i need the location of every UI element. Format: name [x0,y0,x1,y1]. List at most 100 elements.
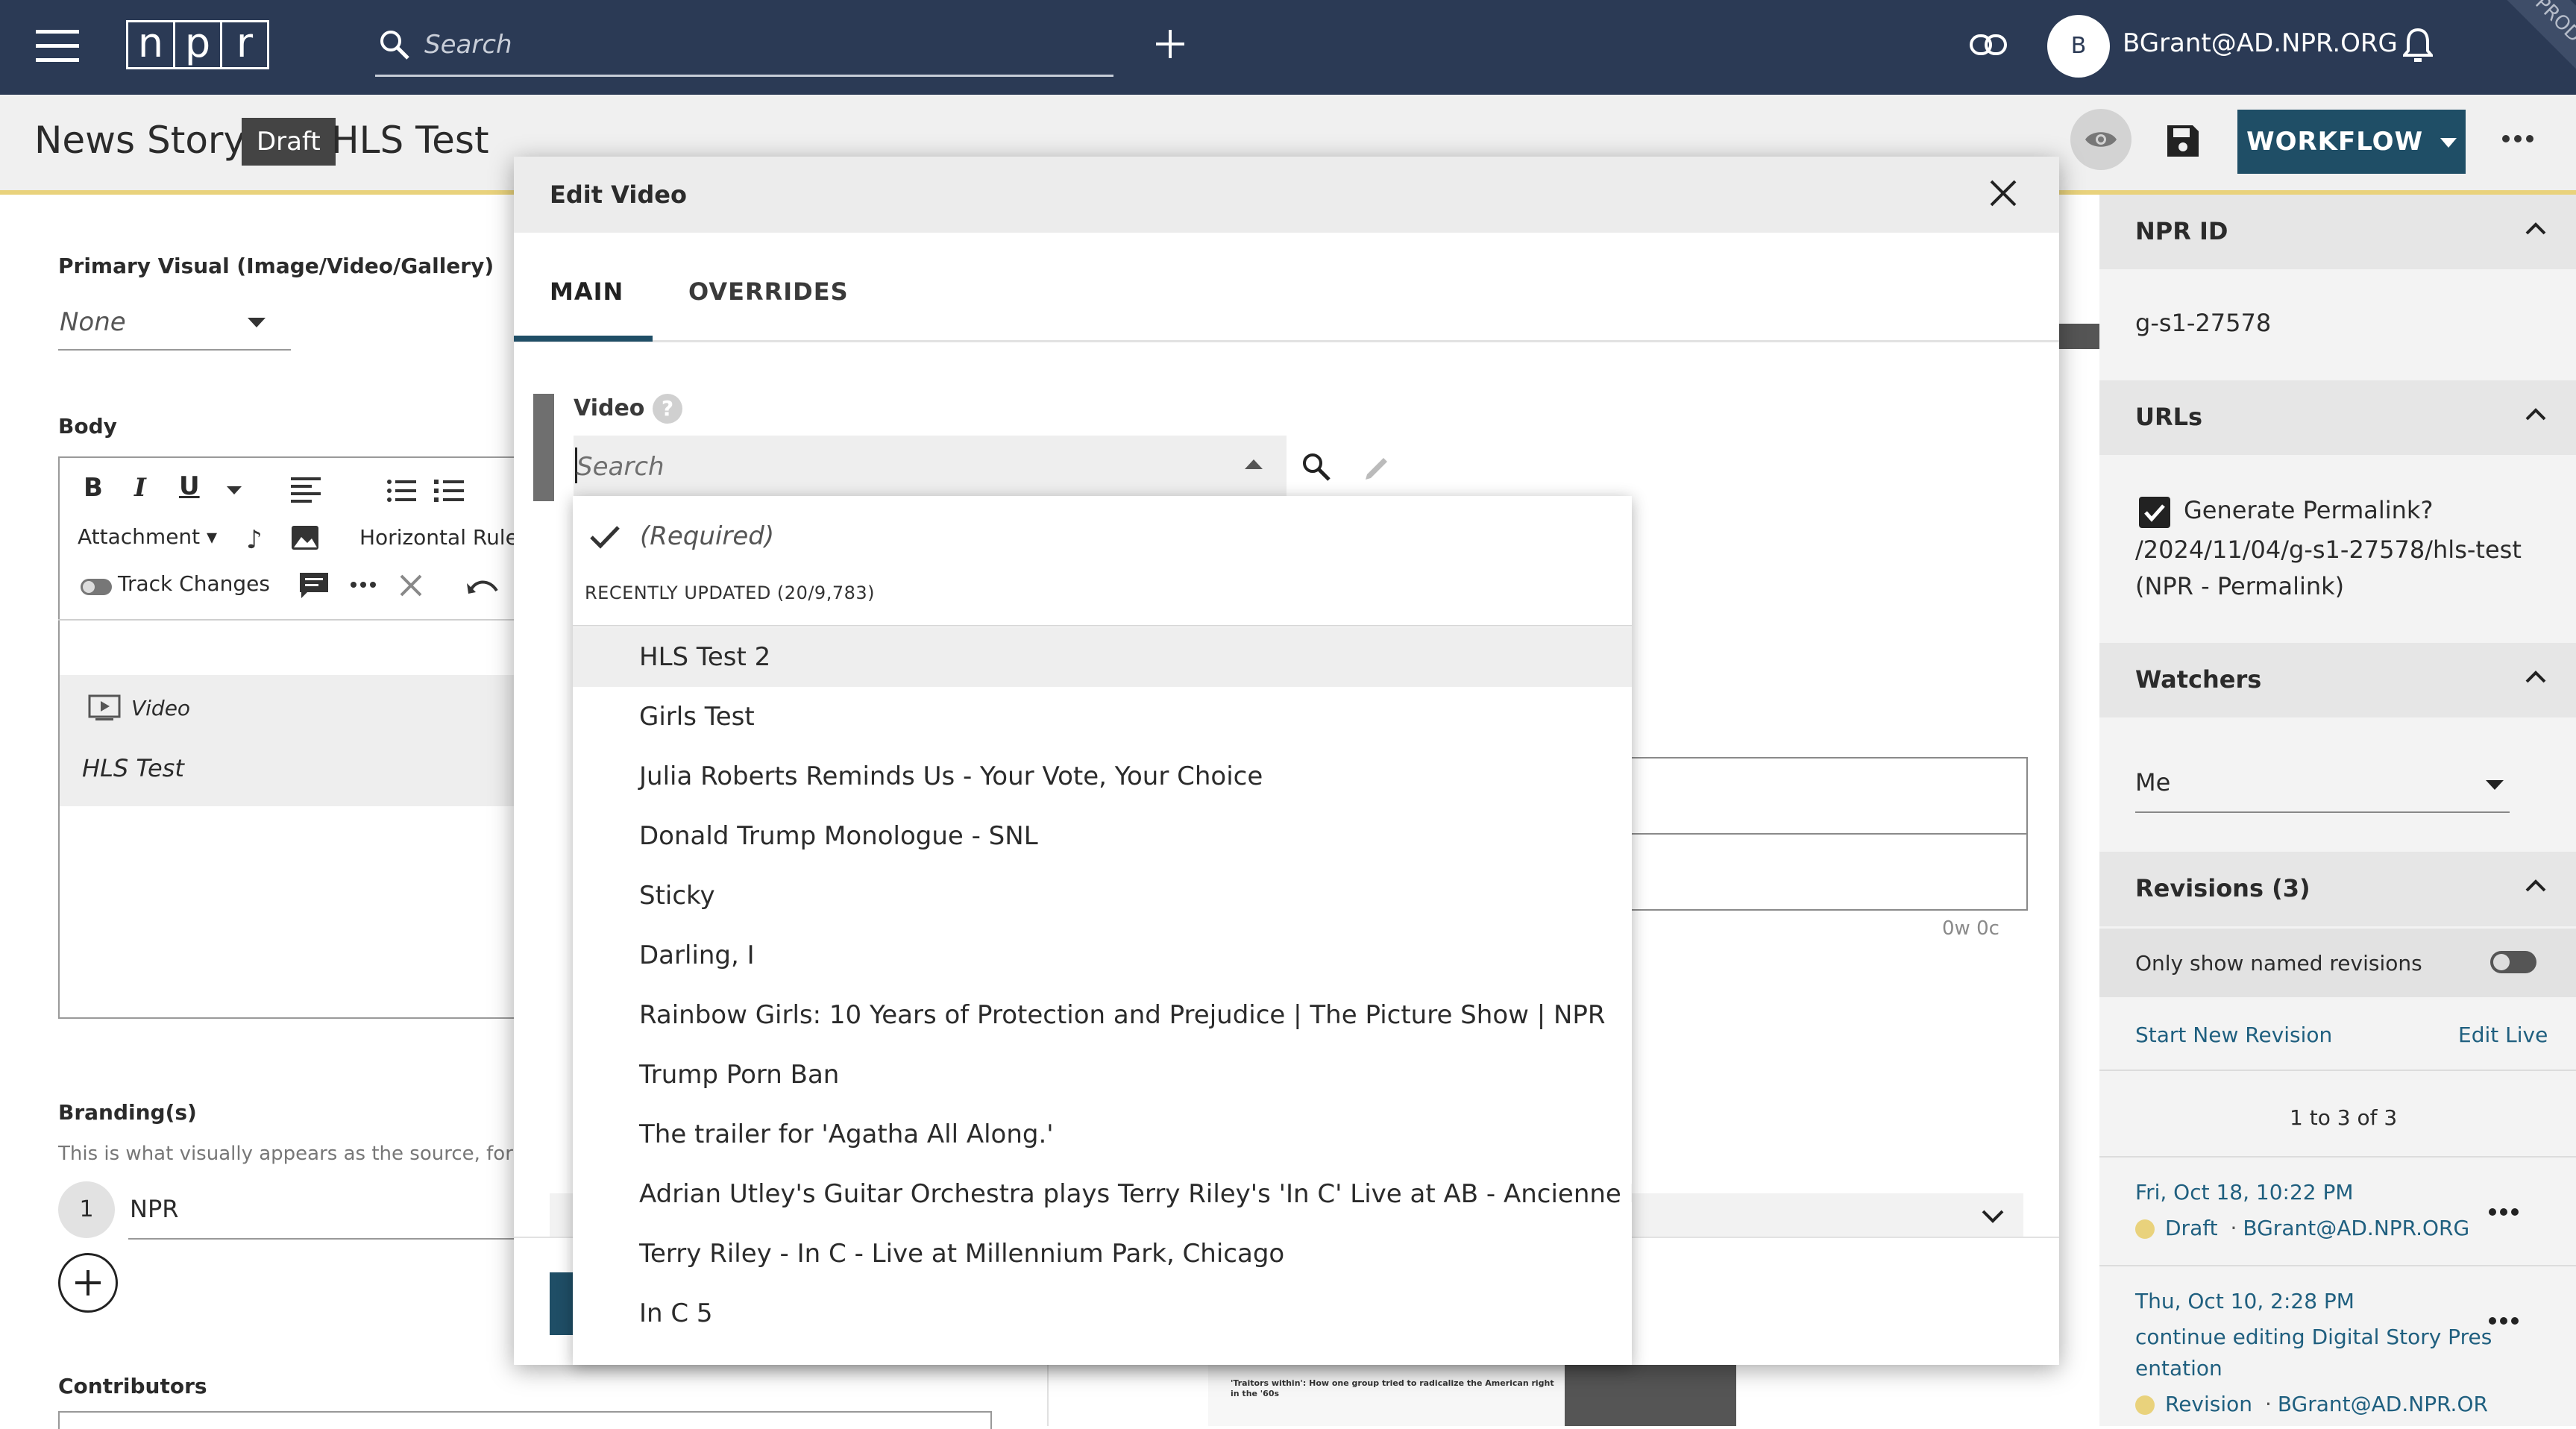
close-icon[interactable] [400,574,422,597]
more-options-icon[interactable] [2489,1208,2519,1216]
search-icon[interactable] [1301,452,1331,482]
chevron-down-icon [248,318,266,328]
npr-id-section-header[interactable]: NPR ID [2099,195,2576,269]
scroll-indicator [2059,324,2099,349]
dropdown-option[interactable]: Trump Porn Ban [573,1045,1632,1105]
revisions-section-header[interactable]: Revisions (3) [2099,852,2576,926]
hamburger-menu-icon[interactable] [36,30,79,63]
branding-index: 1 [58,1181,115,1238]
revision-item[interactable]: Thu, Oct 10, 2:28 PM continue editing Di… [2099,1268,2576,1426]
watchers-section-header[interactable]: Watchers [2099,643,2576,717]
avatar[interactable]: B [2047,15,2110,78]
start-new-revision-link[interactable]: Start New Revision [2135,1023,2332,1047]
chevron-down-icon [1982,1210,2004,1223]
permalink-path[interactable]: /2024/11/04/g-s1-27578/hls-test [2135,536,2522,564]
dropdown-option[interactable]: Girls Test [573,687,1632,747]
divider [573,625,1632,626]
dropdown-option[interactable]: Rainbow Girls: 10 Years of Protection an… [573,985,1632,1045]
modal-tabs: MAIN OVERRIDES [514,233,2059,342]
eye-icon [2084,128,2118,151]
save-icon[interactable] [2166,124,2200,158]
npr-id-value: g-s1-27578 [2135,309,2272,337]
active-tab-indicator [514,336,653,342]
page-title[interactable]: HLS Test [331,119,489,162]
music-note-icon[interactable]: ♪ [246,525,263,555]
modal-header: Edit Video [514,157,2059,233]
preview-button[interactable] [2070,109,2132,170]
pencil-icon[interactable] [1363,452,1392,482]
video-search-input[interactable]: Search [574,436,1287,499]
help-icon[interactable]: ? [653,394,682,424]
dropdown-option[interactable]: Julia Roberts Reminds Us - Your Vote, Yo… [573,747,1632,806]
attachment-menu[interactable]: Attachment ▾ [78,524,217,549]
dropdown-option[interactable]: Darling, I [573,926,1632,985]
body-label: Body [58,414,117,439]
dropdown-option[interactable]: HLS Test 2 [573,627,1632,687]
dropdown-option[interactable]: Sticky [573,866,1632,926]
chevron-down-icon [2440,137,2457,148]
dropdown-option[interactable]: The trailer for 'Agatha All Along.' [573,1105,1632,1164]
link-icon[interactable] [1969,31,2008,58]
dropdown-option[interactable]: Terry Riley - In C - Live at Millennium … [573,1224,1632,1284]
dropdown-option[interactable]: In C 5 [573,1284,1632,1343]
horizontal-rule-button[interactable]: Horizontal Rule [359,525,518,550]
chevron-up-icon [2525,222,2546,235]
edit-live-link[interactable]: Edit Live [2458,1023,2548,1047]
modal-title: Edit Video [550,180,687,209]
chevron-down-icon [2486,780,2504,791]
branding-help-text: This is what visually appears as the sou… [58,1143,513,1165]
numbered-list-icon[interactable] [434,479,464,503]
watchers-select[interactable]: Me [2135,756,2510,813]
revisions-pagination: 1 to 3 of 3 [2290,1105,2398,1130]
chevron-up-icon [2525,670,2546,683]
video-description-field[interactable] [1630,757,2028,911]
image-icon[interactable] [291,525,319,550]
urls-section-header[interactable]: URLs [2099,380,2576,455]
align-left-icon[interactable] [291,477,321,503]
undo-icon[interactable] [467,576,500,597]
divider [2099,1070,2576,1071]
embed-title: HLS Test [82,754,184,782]
chevron-up-icon[interactable] [1245,459,1263,470]
add-icon[interactable] [1156,30,1184,58]
close-icon[interactable] [1989,179,2017,207]
revision-item[interactable]: Fri, Oct 18, 10:22 PM Draft · BGrant@AD.N… [2099,1159,2576,1263]
more-options-icon[interactable] [2501,134,2534,143]
notifications-bell-icon[interactable] [2403,27,2433,64]
track-changes-label: Track Changes [118,571,270,596]
global-search-input[interactable]: Search [375,18,1113,77]
video-embed-block[interactable]: Video HLS Test [60,675,535,806]
italic-button[interactable]: I [134,473,146,503]
search-icon [378,28,411,61]
npr-logo[interactable]: n p r [126,20,269,69]
track-changes-toggle[interactable] [81,579,112,595]
more-options-icon[interactable] [2489,1317,2519,1325]
contributors-label: Contributors [58,1374,207,1398]
underline-button[interactable]: U [179,471,200,501]
chevron-down-icon[interactable] [227,486,242,495]
user-email[interactable]: BGrant@AD.NPR.ORG [2123,28,2398,58]
required-option[interactable]: (Required) [573,496,1632,580]
bold-button[interactable]: B [84,473,103,503]
workflow-button[interactable]: WORKFLOW [2237,110,2466,174]
more-options-icon[interactable] [351,582,376,588]
search-placeholder: Search [424,30,512,60]
dropdown-option[interactable]: Donald Trump Monologue - SNL [573,806,1632,866]
video-play-icon [88,694,121,721]
dropdown-section-label: RECENTLY UPDATED (20/9,783) [585,582,875,603]
generate-permalink-label: Generate Permalink? [2184,496,2434,524]
comment-icon[interactable] [298,571,330,600]
bulleted-list-icon[interactable] [386,479,416,503]
contributors-field[interactable] [58,1411,992,1429]
add-branding-button[interactable] [58,1253,118,1313]
story-thumbnail[interactable]: 'Traitors within': How one group tried t… [1208,1365,1736,1426]
generate-permalink-checkbox[interactable] [2139,497,2170,528]
branding-field[interactable]: NPR [128,1181,516,1240]
tab-main[interactable]: MAIN [550,277,623,306]
dropdown-option[interactable]: Adrian Utley's Guitar Orchestra plays Te… [573,1164,1632,1224]
tab-overrides[interactable]: OVERRIDES [688,277,849,306]
named-revisions-toggle[interactable] [2490,951,2536,973]
primary-visual-select[interactable]: None [58,297,291,351]
video-search-placeholder: Search [577,452,665,482]
chevron-up-icon [2525,879,2546,892]
